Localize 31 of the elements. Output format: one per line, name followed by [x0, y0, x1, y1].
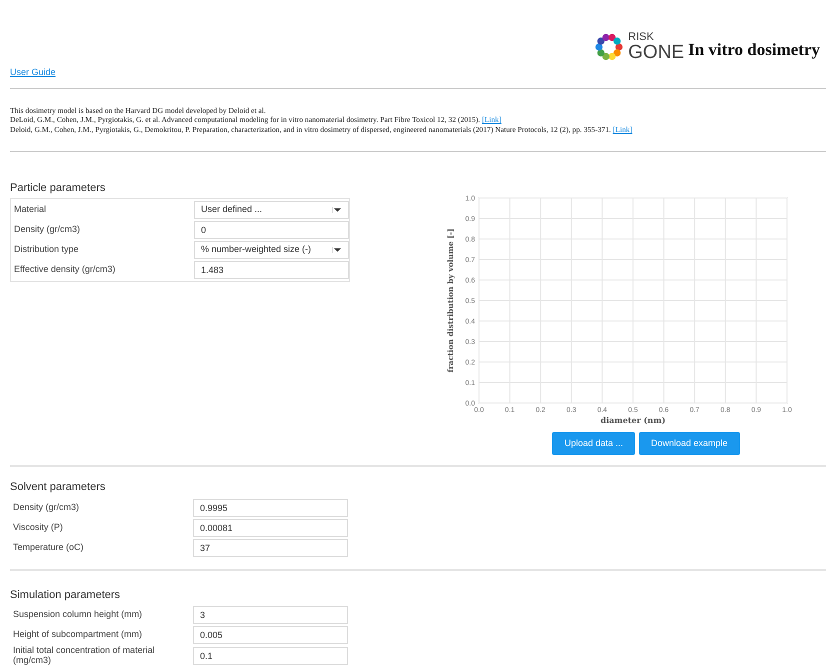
page-title: In vitro dosimetry: [688, 38, 820, 61]
field-label: Height of subcompartment (mm): [13, 630, 144, 640]
field-label: Suspension column height (mm): [13, 610, 144, 620]
input-field[interactable]: 0.005: [193, 626, 348, 644]
logo-text: GONE: [628, 43, 684, 62]
field-label: Viscosity (P): [13, 522, 64, 533]
section-title: Simulation parameters: [10, 588, 122, 603]
axis-title: diameter (nm): [600, 415, 666, 426]
field-label: Density (gr/cm3): [13, 502, 80, 513]
field-label: Density (gr/cm3): [14, 224, 82, 235]
input-field[interactable]: 0.9995: [193, 498, 348, 517]
field-label: Effective density (gr/cm3): [14, 264, 116, 275]
logo-icon: [594, 32, 624, 62]
section-title: Solvent parameters: [10, 480, 106, 496]
input-field[interactable]: 0: [194, 220, 349, 239]
logo-text: RISK: [628, 32, 655, 43]
input-field[interactable]: 1.483: [194, 260, 349, 279]
input-field[interactable]: 3: [193, 606, 348, 624]
select-field[interactable]: User defined ...: [194, 200, 349, 219]
field-label: Material: [14, 204, 48, 215]
field-label: Distribution type: [14, 244, 80, 255]
select-field[interactable]: % number-weighted size (-): [194, 240, 349, 259]
section-title: Particle parameters: [10, 181, 106, 196]
caret-icon: [332, 246, 342, 253]
input-field[interactable]: 37: [193, 538, 348, 557]
input-field[interactable]: 0.00081: [193, 518, 348, 537]
caret-icon: [332, 206, 342, 213]
input-field[interactable]: 0.1: [193, 646, 348, 665]
field-label: Initial total concentration of material (mg/cm3): [13, 646, 156, 666]
user-guide-link[interactable]: User Guide: [10, 67, 56, 77]
field-label: Temperature (oC): [13, 542, 85, 553]
